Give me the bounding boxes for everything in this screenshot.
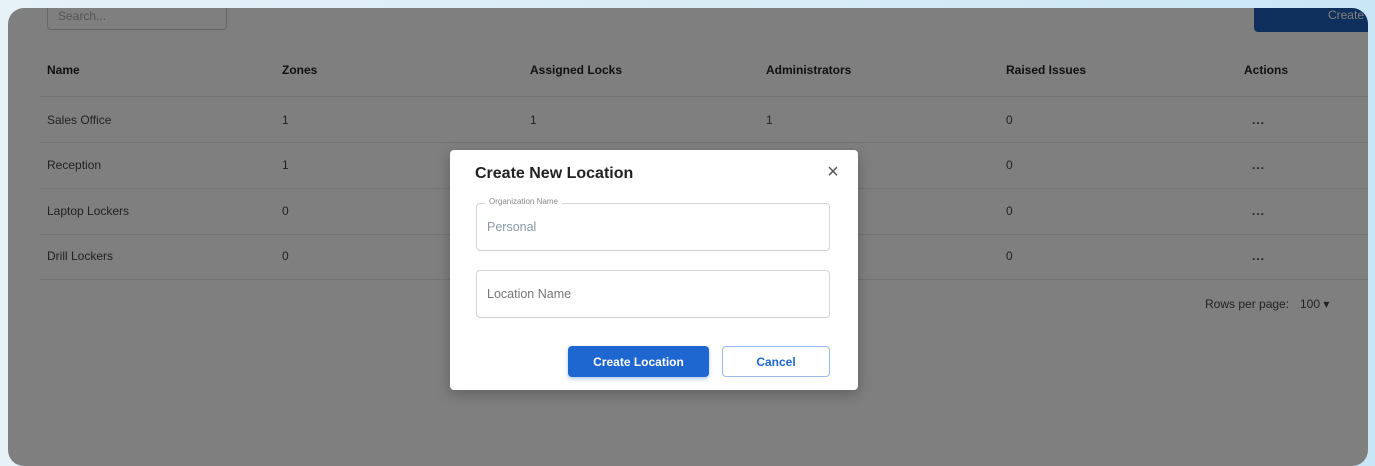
dialog-title: Create New Location	[475, 165, 634, 182]
close-icon[interactable]: ×	[822, 162, 844, 184]
create-location-button[interactable]: Create Location	[568, 346, 709, 377]
organization-name-label: Organization Name	[485, 197, 562, 206]
cancel-button[interactable]: Cancel	[722, 346, 830, 377]
location-name-input[interactable]: Location Name	[476, 270, 830, 318]
organization-name-value: Personal	[487, 220, 537, 234]
organization-name-field[interactable]: Organization Name Personal	[476, 197, 830, 251]
app-frame: Search... Create N Name Zones Assigned L…	[8, 8, 1368, 466]
create-location-dialog: Create New Location × Organization Name …	[450, 150, 858, 390]
location-name-placeholder: Location Name	[487, 287, 572, 301]
